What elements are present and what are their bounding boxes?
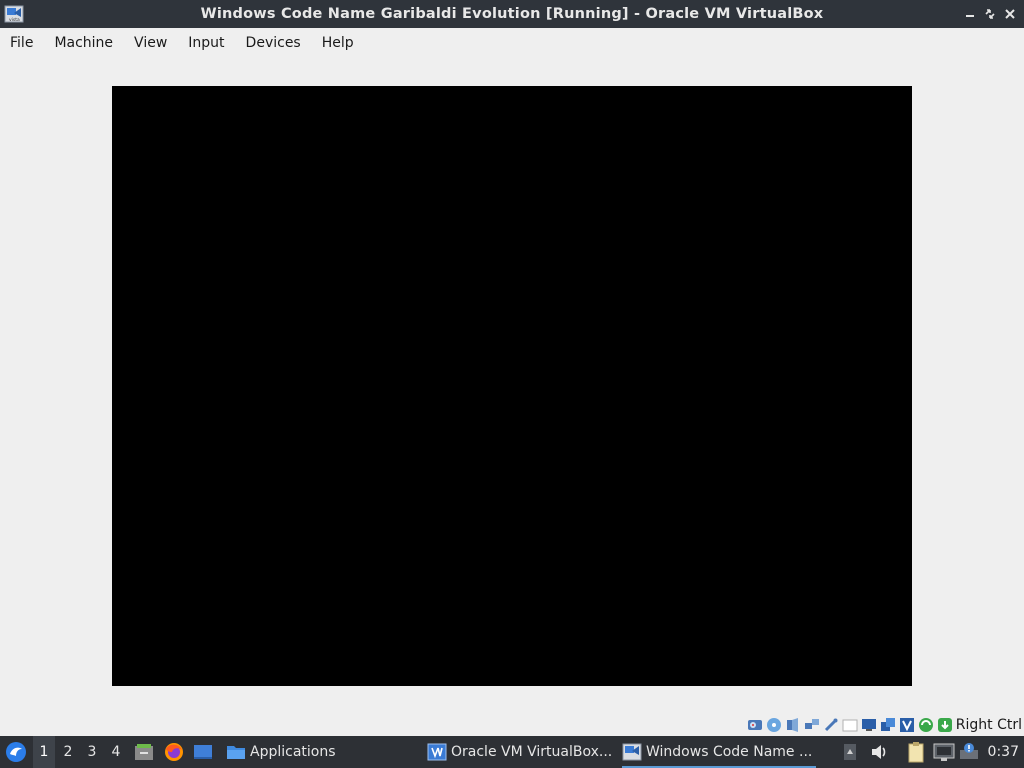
taskbar: 1 2 3 4 Applications Oracle VM VirtualBo… xyxy=(0,736,1024,768)
workspace-2[interactable]: 2 xyxy=(57,736,79,768)
minimize-icon[interactable] xyxy=(962,6,978,22)
menu-input[interactable]: Input xyxy=(178,28,235,58)
network-tray-icon[interactable] xyxy=(933,736,955,768)
workspace-switcher: 1 2 3 4 xyxy=(33,736,127,768)
lxqt-start-icon[interactable] xyxy=(4,736,28,768)
task-label: Windows Code Name ... xyxy=(646,744,813,760)
network-icon[interactable] xyxy=(803,716,821,734)
applications-label: Applications xyxy=(250,744,336,760)
task-windows-vm[interactable]: Windows Code Name ... xyxy=(622,736,816,768)
vm-statusbar: Right Ctrl xyxy=(0,714,1024,736)
optical-drive-icon[interactable] xyxy=(765,716,783,734)
folder-icon xyxy=(227,746,245,759)
workspace-4[interactable]: 4 xyxy=(105,736,127,768)
task-label: Oracle VM VirtualBox... xyxy=(451,744,613,760)
mouse-integration-icon[interactable] xyxy=(917,716,935,734)
usb-icon[interactable] xyxy=(822,716,840,734)
vm-vista-icon xyxy=(622,743,642,761)
workspace-3[interactable]: 3 xyxy=(81,736,103,768)
firefox-icon[interactable] xyxy=(163,736,185,768)
audio-icon[interactable] xyxy=(784,716,802,734)
vm-display[interactable] xyxy=(112,86,912,686)
window-titlebar[interactable]: vista Windows Code Name Garibaldi Evolut… xyxy=(0,0,1024,28)
file-manager-icon[interactable] xyxy=(133,736,155,768)
menubar: File Machine View Input Devices Help xyxy=(0,28,1024,58)
display-icon[interactable] xyxy=(860,716,878,734)
scroll-up-icon[interactable] xyxy=(843,736,857,768)
window-title: Windows Code Name Garibaldi Evolution [R… xyxy=(200,6,824,22)
applications-menu[interactable]: Applications xyxy=(226,736,336,768)
close-icon[interactable] xyxy=(1002,6,1018,22)
desktop-icon[interactable] xyxy=(192,736,214,768)
restore-icon[interactable] xyxy=(982,6,998,22)
menu-machine[interactable]: Machine xyxy=(44,28,124,58)
host-key-label[interactable]: Right Ctrl xyxy=(956,714,1022,736)
menu-devices[interactable]: Devices xyxy=(235,28,311,58)
keyboard-capture-icon[interactable] xyxy=(936,716,954,734)
volume-icon[interactable] xyxy=(870,736,890,768)
shared-folders-icon[interactable] xyxy=(841,716,859,734)
video-capture-icon[interactable] xyxy=(879,716,897,734)
status-icons xyxy=(746,716,954,734)
workspace-1[interactable]: 1 xyxy=(33,736,55,768)
clock[interactable]: 0:37 xyxy=(988,736,1019,768)
clipboard-icon[interactable] xyxy=(906,736,926,768)
update-notifier-icon[interactable] xyxy=(959,736,981,768)
menu-view[interactable]: View xyxy=(124,28,178,58)
virtualization-icon[interactable] xyxy=(898,716,916,734)
virtualbox-icon xyxy=(427,743,447,761)
menu-file[interactable]: File xyxy=(0,28,44,58)
task-virtualbox-manager[interactable]: Oracle VM VirtualBox... xyxy=(427,736,617,768)
hard-disk-icon[interactable] xyxy=(746,716,764,734)
menu-help[interactable]: Help xyxy=(311,28,364,58)
